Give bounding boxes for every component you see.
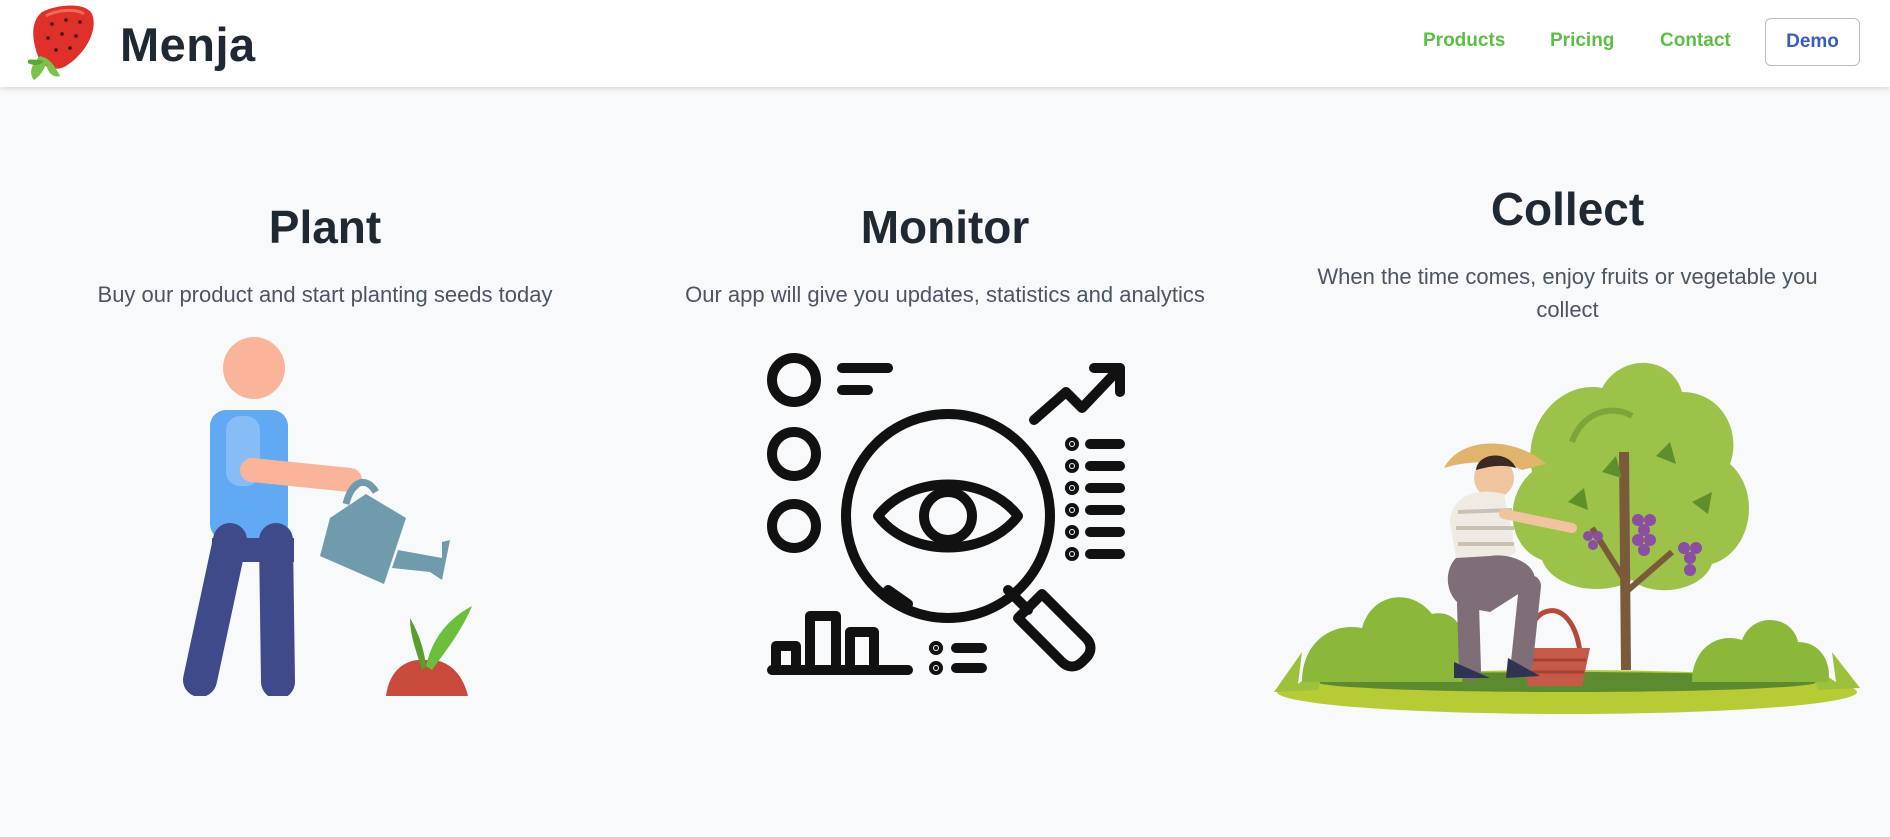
feature-description: Buy our product and start planting seeds… <box>97 282 553 307</box>
feature-description-line-2: collect <box>1536 297 1599 322</box>
nav-link-contact[interactable]: Contact <box>1660 30 1731 52</box>
navbar: Menja Products Pricing Contact Demo <box>0 0 1890 87</box>
feature-title: Monitor <box>860 201 1030 253</box>
feature-plant: Plant Buy our product and start planting… <box>40 200 610 311</box>
harvest-grapes-illustration <box>1272 352 1862 719</box>
feature-title: Plant <box>268 201 382 253</box>
feature-monitor: Monitor Our app will give you updates, s… <box>640 200 1250 311</box>
watering-plant-illustration <box>170 330 480 701</box>
feature-description-line-1: When the time comes, enjoy fruits or veg… <box>1317 264 1818 289</box>
demo-button[interactable]: Demo <box>1765 18 1860 66</box>
feature-description: Our app will give you updates, statistic… <box>685 282 1205 307</box>
brand[interactable]: Menja <box>28 4 256 84</box>
nav-link-products[interactable]: Products <box>1423 30 1505 52</box>
feature-collect: Collect When the time comes, enjoy fruit… <box>1280 182 1855 326</box>
strawberry-icon <box>28 4 96 84</box>
feature-title: Collect <box>1490 183 1645 235</box>
analytics-magnifier-icon <box>760 352 1140 687</box>
nav-link-pricing[interactable]: Pricing <box>1550 30 1614 52</box>
brand-name: Menja <box>120 17 256 71</box>
